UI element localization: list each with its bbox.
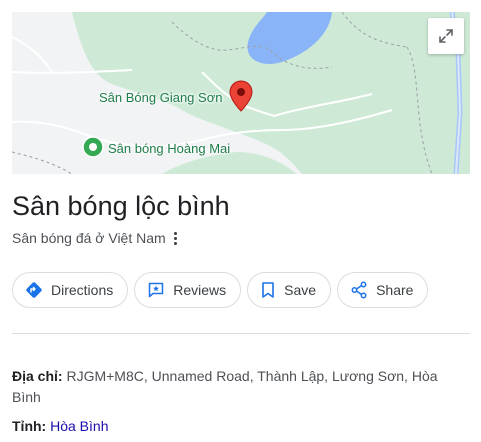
map-place-label-giang-son[interactable]: Sân Bóng Giang Sơn (99, 90, 222, 105)
directions-label: Directions (51, 282, 114, 298)
place-title: Sân bóng lộc bình (12, 191, 230, 221)
reviews-button[interactable]: Reviews (134, 272, 242, 308)
reviews-label: Reviews (173, 282, 227, 298)
action-bar: Directions Reviews Save Share (12, 272, 429, 308)
save-label: Save (284, 282, 317, 298)
address-label: Địa chỉ: (12, 368, 63, 384)
place-category: Sân bóng đá ở Việt Nam (12, 230, 180, 246)
red-pin-icon[interactable] (229, 80, 253, 112)
province-link[interactable]: Hòa Bình (50, 418, 108, 434)
bookmark-icon (260, 281, 276, 299)
green-pin-icon[interactable] (82, 136, 104, 158)
address-row: Địa chỉ: RJGM+M8C, Unnamed Road, Thành L… (12, 366, 452, 408)
divider (12, 333, 470, 334)
place-category-text: Sân bóng đá ở Việt Nam (12, 230, 166, 246)
province-row: Tỉnh: Hòa Bình (12, 416, 452, 437)
expand-icon (439, 29, 453, 43)
review-icon (147, 281, 165, 299)
share-icon (350, 281, 368, 299)
directions-button[interactable]: Directions (12, 272, 129, 308)
map-place-label-hoang-mai[interactable]: Sân bóng Hoàng Mai (108, 141, 230, 156)
save-button[interactable]: Save (247, 272, 332, 308)
map-preview[interactable]: Sân Bóng Giang Sơn Sân bóng Hoàng Mai (12, 12, 470, 174)
address-value: RJGM+M8C, Unnamed Road, Thành Lập, Lương… (12, 368, 438, 405)
more-options-icon[interactable] (172, 231, 180, 245)
directions-icon (25, 281, 43, 299)
expand-map-button[interactable] (428, 18, 464, 54)
share-button[interactable]: Share (337, 272, 429, 308)
share-label: Share (376, 282, 414, 298)
province-label: Tỉnh: (12, 418, 47, 434)
